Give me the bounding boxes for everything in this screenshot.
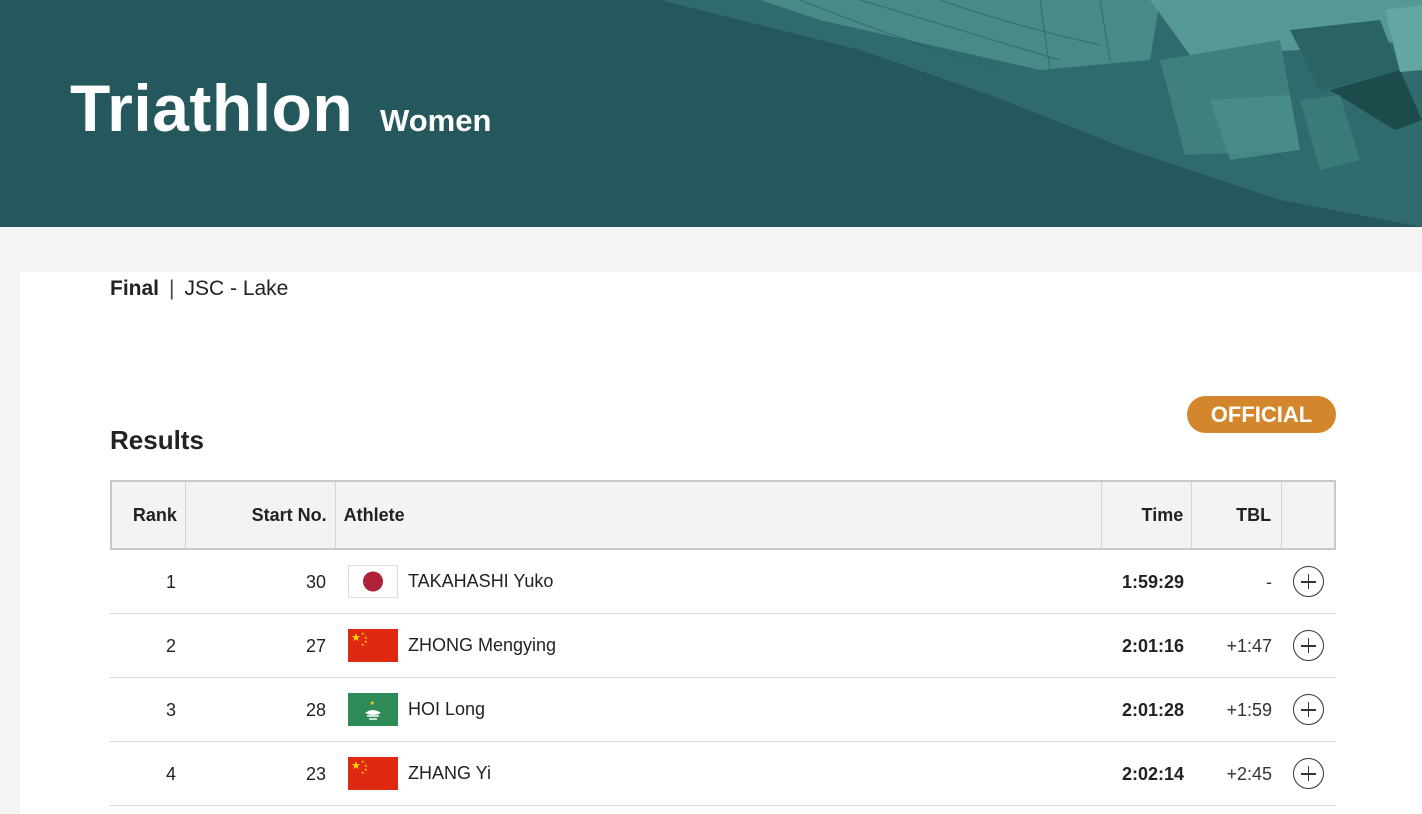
start-no-cell: 27	[305, 635, 326, 656]
time-cell: 1:59:29	[1121, 571, 1184, 592]
expand-cell	[1282, 742, 1334, 806]
athlete-cell: TAKAHASHI Yuko	[334, 550, 1102, 614]
time-cell: 2:02:14	[1121, 763, 1184, 784]
venue-label: JSC - Lake	[184, 277, 289, 300]
svg-text:★: ★	[364, 639, 368, 644]
table-row[interactable]: 3 28 ★ HOI Long 2:01:28 +1:59	[110, 678, 1336, 742]
macao-flag-icon: ★	[348, 693, 398, 726]
column-header-time[interactable]: Time	[1102, 482, 1193, 548]
column-header-rank[interactable]: Rank	[112, 482, 186, 548]
start-no-cell: 23	[305, 763, 326, 784]
athlete-name[interactable]: HOI Long	[408, 699, 485, 720]
expand-plus-icon[interactable]	[1292, 566, 1324, 597]
expand-cell	[1282, 550, 1334, 614]
column-header-expand	[1282, 482, 1334, 548]
tbl-cell: +1:59	[1226, 699, 1272, 720]
table-row[interactable]: 2 27 ★ ★ ★ ★ ★ ZHONG Mengying 2:01:16 +1…	[110, 614, 1336, 678]
breadcrumb: Final | JSC - Lake	[110, 277, 288, 301]
expand-plus-icon[interactable]	[1292, 630, 1324, 661]
breadcrumb-separator: |	[169, 277, 175, 300]
china-flag-icon: ★ ★ ★ ★ ★	[348, 629, 398, 662]
athlete-name[interactable]: ZHANG Yi	[408, 763, 491, 784]
event-subtitle: Women	[380, 103, 492, 138]
status-badge: OFFICIAL	[1187, 396, 1336, 433]
column-header-start-no[interactable]: Start No.	[186, 482, 336, 548]
expand-cell	[1282, 614, 1334, 678]
tbl-cell: +2:45	[1226, 763, 1272, 784]
athlete-cell: ★ ★ ★ ★ ★ ZHONG Mengying	[334, 614, 1102, 678]
expand-plus-icon[interactable]	[1292, 758, 1324, 789]
svg-text:★: ★	[361, 642, 365, 647]
rank-cell: 3	[165, 699, 176, 720]
expand-cell	[1282, 678, 1334, 742]
start-no-cell: 28	[305, 699, 326, 720]
table-row[interactable]: 4 23 ★ ★ ★ ★ ★ ZHANG Yi 2:02:14 +2:45	[110, 742, 1336, 806]
time-cell: 2:01:16	[1121, 635, 1184, 656]
rank-cell: 2	[165, 635, 176, 656]
table-header: Rank Start No. Athlete Time TBL	[110, 480, 1336, 550]
tbl-cell: -	[1266, 571, 1272, 592]
stage-label: Final	[110, 277, 160, 300]
start-no-cell: 30	[305, 571, 326, 592]
table-row[interactable]: 1 30 TAKAHASHI Yuko 1:59:29 -	[110, 550, 1336, 614]
time-cell: 2:01:28	[1121, 699, 1184, 720]
athlete-name[interactable]: TAKAHASHI Yuko	[408, 571, 553, 592]
svg-text:★: ★	[361, 770, 365, 775]
sport-title: Triathlon	[70, 71, 354, 145]
tbl-cell: +1:47	[1226, 635, 1272, 656]
column-header-tbl[interactable]: TBL	[1192, 482, 1283, 548]
column-header-athlete[interactable]: Athlete	[336, 482, 1103, 548]
athlete-name[interactable]: ZHONG Mengying	[408, 635, 556, 656]
japan-flag-icon	[348, 565, 398, 598]
svg-text:★: ★	[364, 767, 368, 772]
expand-plus-icon[interactable]	[1292, 694, 1324, 725]
svg-text:★: ★	[370, 700, 375, 707]
svg-text:★: ★	[351, 759, 361, 772]
athlete-cell: ★ HOI Long	[334, 678, 1102, 742]
results-table: Rank Start No. Athlete Time TBL 1 30 TAK…	[110, 480, 1336, 806]
page-banner: Triathlon Women	[0, 0, 1422, 227]
results-heading: Results	[110, 425, 204, 455]
china-flag-icon: ★ ★ ★ ★ ★	[348, 757, 398, 790]
athlete-cell: ★ ★ ★ ★ ★ ZHANG Yi	[334, 742, 1102, 806]
rank-cell: 4	[165, 763, 176, 784]
svg-text:★: ★	[351, 631, 361, 644]
rank-cell: 1	[165, 571, 176, 592]
